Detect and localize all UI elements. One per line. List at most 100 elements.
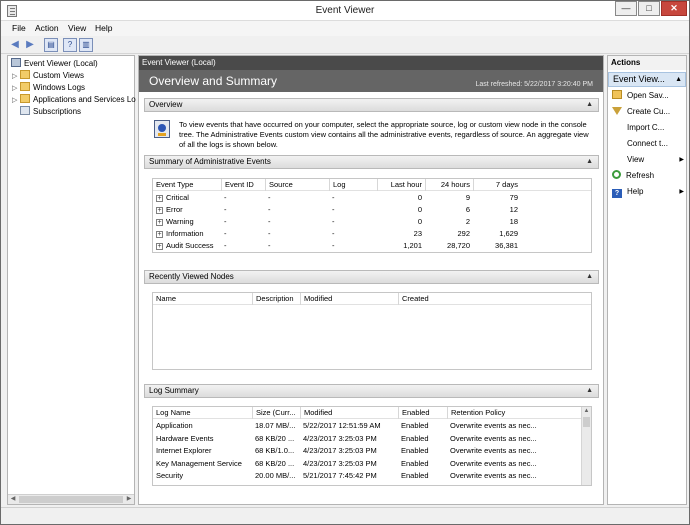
action-item[interactable]: ? Help ▶: [612, 186, 686, 198]
column-header[interactable]: Log Name: [156, 407, 252, 419]
log-summary-row[interactable]: Key Management Service 68 KB/20 ... 4/23/2…: [153, 458, 581, 470]
action-item[interactable]: Open Sav...: [612, 90, 686, 102]
action-item[interactable]: Create Cu...: [612, 106, 686, 118]
collapse-caret-icon[interactable]: ▲: [586, 271, 593, 283]
help-icon: ?: [612, 189, 622, 198]
tree-item-event-viewer-local[interactable]: Event Viewer (Local): [11, 58, 98, 70]
collapse-caret-icon[interactable]: ▲: [586, 385, 593, 397]
tree-horizontal-scrollbar[interactable]: ◀ ▶: [8, 494, 134, 504]
expand-plus-icon[interactable]: +: [156, 195, 163, 202]
folder-icon: [20, 70, 30, 79]
column-header[interactable]: Event ID: [221, 179, 265, 191]
column-header[interactable]: Last hour: [377, 179, 425, 191]
log-summary-cell: Enabled: [401, 433, 429, 443]
console-tree-icon[interactable]: ▤: [44, 38, 58, 52]
log-summary-cell: 5/22/2017 12:51:59 AM: [303, 421, 381, 430]
column-header[interactable]: 24 hours: [425, 179, 473, 191]
action-item[interactable]: View ▶: [612, 154, 686, 166]
tree-item-subscriptions[interactable]: Subscriptions: [20, 106, 81, 118]
expand-plus-icon[interactable]: +: [156, 207, 163, 214]
back-arrow-icon[interactable]: ◀: [8, 38, 22, 52]
log-summary-cell: 68 KB/20 ...: [255, 458, 295, 468]
column-header[interactable]: Source: [265, 179, 329, 191]
scrollbar-thumb[interactable]: [583, 417, 590, 427]
column-header[interactable]: 7 days: [473, 179, 521, 191]
log-summary-cell: 4/23/2017 3:25:03 PM: [303, 458, 377, 468]
action-item[interactable]: Refresh: [612, 170, 686, 182]
tree-item-windows-logs[interactable]: ▷ Windows Logs: [12, 82, 85, 94]
collapse-caret-icon[interactable]: ▲: [586, 156, 593, 168]
forward-arrow-icon[interactable]: ▶: [23, 38, 37, 52]
log-summary-cell: 68 KB/1.0...: [255, 446, 295, 455]
log-summary-cell: Overwrite events as nec...: [450, 471, 537, 480]
scroll-right-icon[interactable]: ▶: [124, 495, 134, 504]
log-summary-row[interactable]: Internet Explorer 68 KB/1.0... 4/23/2017 3…: [153, 445, 581, 457]
actions-title: Actions: [608, 56, 686, 70]
column-header[interactable]: Name: [156, 293, 252, 305]
help-icon[interactable]: ?: [63, 38, 77, 52]
folder-icon: [20, 82, 30, 91]
subscriptions-icon: [20, 106, 30, 115]
summary-row[interactable]: + Information - - -23 292 1,629: [153, 228, 591, 240]
summary-cell: 1,629: [499, 229, 518, 238]
tree-item-custom-views[interactable]: ▷ Custom Views: [12, 70, 84, 82]
log-summary-row[interactable]: Security 20.00 MB/... 5/21/2017 7:45:42 PM…: [153, 470, 581, 482]
scroll-up-icon[interactable]: ▲: [582, 407, 591, 416]
minimize-button[interactable]: —: [615, 1, 637, 16]
log-summary-row[interactable]: Application 18.07 MB/... 5/22/2017 12:51:5…: [153, 420, 581, 432]
scroll-left-icon[interactable]: ◀: [8, 495, 18, 504]
overview-section-header[interactable]: Overview ▲: [144, 98, 599, 112]
expand-plus-icon[interactable]: +: [156, 219, 163, 226]
column-header[interactable]: Description: [252, 293, 300, 305]
column-header[interactable]: Size (Curr...: [252, 407, 300, 419]
action-item[interactable]: Connect t...: [612, 138, 686, 150]
summary-cell: -: [332, 217, 335, 226]
summary-row[interactable]: + Warning - - -0 2 18: [153, 216, 591, 228]
actions-group-header[interactable]: Event View... ▲: [608, 72, 686, 87]
menu-action[interactable]: Action: [35, 23, 59, 33]
log-summary-cell: 18.07 MB/...: [255, 421, 296, 430]
column-header[interactable]: Modified: [300, 407, 398, 419]
column-header[interactable]: Retention Policy: [447, 407, 581, 419]
close-button[interactable]: ✕: [661, 1, 687, 16]
column-header[interactable]: Enabled: [398, 407, 447, 419]
summary-cell: 292: [457, 229, 470, 238]
recent-section-header[interactable]: Recently Viewed Nodes ▲: [144, 270, 599, 284]
event-type-cell: + Warning: [156, 216, 220, 228]
event-type-label: Information: [166, 229, 204, 238]
log-summary-cell: Internet Explorer: [156, 446, 212, 455]
tree-item-applications-and-services[interactable]: ▷ Applications and Services Lo: [12, 94, 136, 106]
collapse-caret-icon[interactable]: ▲: [586, 99, 593, 111]
scrollbar-thumb[interactable]: [19, 496, 123, 503]
log-summary-vertical-scrollbar[interactable]: ▲: [581, 407, 591, 485]
summary-table-header: Event Type Event ID Source Log Last hour…: [153, 179, 591, 191]
log-summary-cell: Security: [156, 471, 184, 480]
column-header[interactable]: Created: [398, 293, 498, 305]
expand-plus-icon[interactable]: +: [156, 231, 163, 238]
column-header[interactable]: Modified: [300, 293, 398, 305]
filter-icon: [612, 107, 622, 115]
expand-plus-icon[interactable]: +: [156, 243, 163, 250]
column-header[interactable]: Event Type: [156, 179, 220, 191]
summary-row[interactable]: + Error - - -0 6 12: [153, 204, 591, 216]
column-header[interactable]: Log: [329, 179, 377, 191]
collapse-caret-icon[interactable]: ▲: [675, 73, 682, 86]
menu-file[interactable]: File: [12, 23, 26, 33]
summary-row[interactable]: + Critical - - -0 9 79: [153, 192, 591, 204]
summary-cell: -: [268, 193, 271, 202]
maximize-button[interactable]: □: [638, 1, 660, 16]
summary-row[interactable]: + Audit Success - - -1,201 28,720 36,381: [153, 240, 591, 252]
expand-arrow-icon[interactable]: ▷: [12, 95, 20, 107]
event-type-cell: + Information: [156, 228, 220, 240]
summary-section-header[interactable]: Summary of Administrative Events ▲: [144, 155, 599, 169]
action-item[interactable]: Import C...: [612, 122, 686, 134]
event-type-label: Error: [166, 205, 183, 214]
log-summary-row[interactable]: Hardware Events 68 KB/20 ... 4/23/2017 3:2…: [153, 433, 581, 445]
log-summary-section-header[interactable]: Log Summary ▲: [144, 384, 599, 398]
overview-header: Overview and Summary Last refreshed: 5/2…: [139, 70, 603, 92]
menu-view[interactable]: View: [68, 23, 86, 33]
action-pane-icon[interactable]: ▥: [79, 38, 93, 52]
menu-help[interactable]: Help: [95, 23, 112, 33]
summary-cell: -: [268, 229, 271, 238]
section-title: Log Summary: [149, 386, 199, 395]
